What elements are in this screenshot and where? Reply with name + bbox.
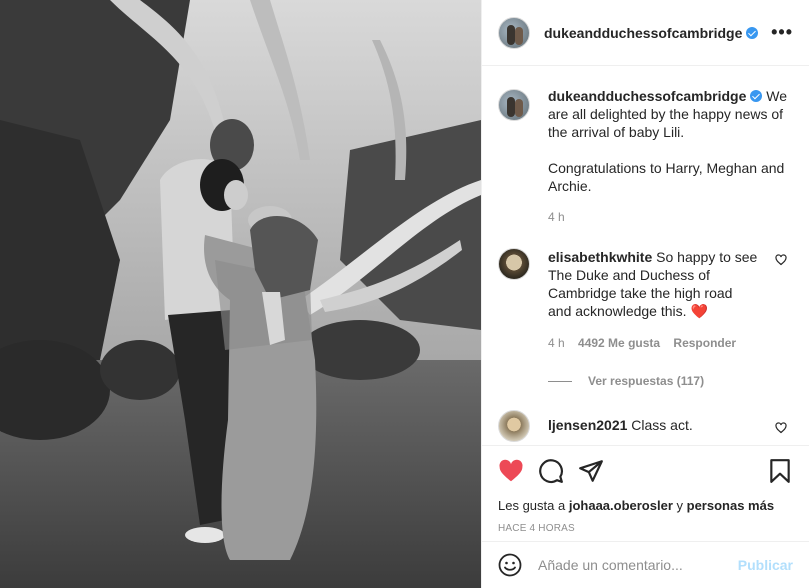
- more-options-icon[interactable]: •••: [771, 22, 793, 43]
- caption-username[interactable]: dukeandduchessofcambridge: [548, 88, 746, 104]
- post-photo[interactable]: [0, 0, 481, 588]
- post-actions: Les gusta a johaaa.oberosler y personas …: [482, 445, 809, 541]
- caption-text: dukeandduchessofcambridge We are all del…: [548, 87, 790, 141]
- post-modal: dukeandduchessofcambridge ••• dukeandduc…: [0, 0, 809, 588]
- comment-body: Class act.: [631, 417, 693, 433]
- likes-prefix: Les gusta a: [498, 498, 566, 513]
- likes-connector: y: [676, 498, 684, 513]
- post-header: dukeandduchessofcambridge •••: [482, 0, 809, 66]
- comment-item: elisabethkwhite So happy to see The Duke…: [498, 248, 793, 352]
- caption: dukeandduchessofcambridge We are all del…: [498, 87, 793, 226]
- share-icon[interactable]: [578, 458, 604, 484]
- comment-like-heart-icon[interactable]: [775, 422, 787, 434]
- author-avatar[interactable]: [498, 16, 530, 49]
- caption-avatar[interactable]: [498, 89, 530, 121]
- comment-input[interactable]: [538, 557, 738, 573]
- comment-time[interactable]: 4 h: [548, 336, 565, 350]
- reply-button[interactable]: Responder: [673, 336, 736, 350]
- author-username[interactable]: dukeandduchessofcambridge: [544, 25, 759, 41]
- commenter-avatar[interactable]: [498, 248, 530, 280]
- add-comment-bar: Publicar: [482, 541, 809, 588]
- comment-meta: 4 h 4492 Me gusta Responder: [548, 334, 758, 352]
- verified-badge-icon: [750, 90, 763, 102]
- photo-image: [0, 0, 481, 588]
- post-timestamp[interactable]: HACE 4 HORAS: [498, 523, 793, 534]
- likes-summary: Les gusta a johaaa.oberosler y personas …: [498, 498, 793, 513]
- comment-text: elisabethkwhite So happy to see The Duke…: [548, 248, 758, 320]
- comment-like-heart-icon[interactable]: [775, 254, 787, 266]
- other-likers-link[interactable]: personas más: [687, 498, 774, 513]
- commenter-avatar[interactable]: [498, 410, 530, 442]
- comment-likes[interactable]: 4492 Me gusta: [578, 336, 660, 350]
- post-sidebar: dukeandduchessofcambridge ••• dukeandduc…: [481, 0, 809, 588]
- replies-divider: [548, 380, 572, 382]
- comments-section[interactable]: dukeandduchessofcambridge We are all del…: [482, 67, 809, 445]
- action-bar: [498, 456, 793, 486]
- caption-time[interactable]: 4 h: [548, 208, 790, 226]
- caption-paragraph-2: Congratulations to Harry, Meghan and Arc…: [548, 160, 785, 194]
- heart-icon[interactable]: [498, 458, 524, 484]
- view-replies-button[interactable]: Ver respuestas (117): [548, 374, 793, 388]
- bookmark-icon[interactable]: [767, 458, 793, 484]
- view-replies-label: Ver respuestas (117): [588, 374, 705, 388]
- liker-username[interactable]: johaaa.oberosler: [569, 498, 673, 513]
- red-heart-emoji: ❤️: [690, 303, 708, 319]
- commenter-username[interactable]: ljensen2021: [548, 417, 627, 433]
- comment-icon[interactable]: [538, 458, 564, 484]
- publish-button[interactable]: Publicar: [738, 557, 793, 573]
- verified-badge-icon: [746, 26, 759, 39]
- commenter-username[interactable]: elisabethkwhite: [548, 249, 652, 265]
- comment-item: ljensen2021 Class act.: [498, 410, 793, 442]
- emoji-icon[interactable]: [498, 553, 522, 577]
